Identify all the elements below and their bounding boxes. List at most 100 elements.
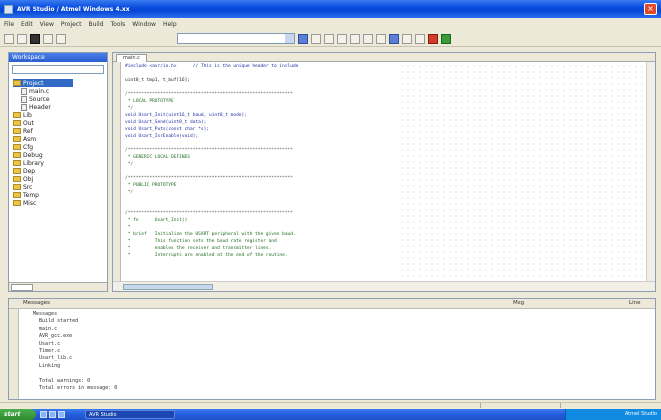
menu-file[interactable]: File: [4, 21, 14, 28]
code-line: * fn Usart_Init(): [125, 218, 188, 223]
system-tray: Atmel Studio: [565, 409, 661, 420]
tree-item-folder[interactable]: Misc: [13, 199, 107, 207]
run-icon[interactable]: [324, 33, 334, 44]
config-combo[interactable]: [177, 33, 295, 44]
tree-item-folder[interactable]: Lib: [13, 111, 107, 119]
code-line: * PUBLIC PROTOTYPE: [125, 183, 177, 188]
tree-item-folder[interactable]: Dep: [13, 167, 107, 175]
folder-icon: [13, 152, 21, 158]
desktop-icon[interactable]: [49, 411, 56, 418]
program-icon[interactable]: [441, 33, 451, 44]
code-line: #include <avr/io.h> // This is the uniqu…: [125, 64, 299, 69]
tree-item-folder[interactable]: Asm: [13, 135, 107, 143]
tree-item-project[interactable]: Project: [13, 79, 73, 87]
editor-tabs: main.c: [113, 53, 655, 62]
tree-item-folder[interactable]: Debug: [13, 151, 107, 159]
close-button[interactable]: ×: [644, 3, 657, 15]
tree-item-file[interactable]: main.c: [13, 87, 107, 95]
title-bar: AVR Studio / Atmel Windows 4.xx ×: [0, 0, 661, 18]
code-line: void Usart_Send(uint8_t data);: [125, 120, 207, 125]
step-over-icon[interactable]: [350, 33, 360, 44]
scroll-thumb[interactable]: [123, 284, 213, 290]
menu-help[interactable]: Help: [163, 21, 177, 28]
workspace-panel: Workspace Project main.c Source Header L…: [8, 52, 108, 292]
step-into-icon[interactable]: [337, 33, 347, 44]
tree-item-folder[interactable]: Cfg: [13, 143, 107, 151]
output-side-tab[interactable]: [9, 309, 19, 399]
output-line: Usart_lib.c: [33, 355, 73, 362]
file-icon: [21, 95, 27, 103]
code-line: /***************************************…: [125, 176, 293, 181]
menu-window[interactable]: Window: [132, 21, 156, 28]
horizontal-scrollbar[interactable]: [113, 281, 655, 291]
menu-view[interactable]: View: [40, 21, 54, 28]
start-button[interactable]: start: [0, 409, 36, 420]
step-out-icon[interactable]: [363, 33, 373, 44]
menu-build[interactable]: Build: [88, 21, 103, 28]
code-line: * Interrupts are enabled at the end of t…: [125, 253, 288, 258]
media-icon[interactable]: [58, 411, 65, 418]
watch-icon[interactable]: [389, 33, 399, 44]
breakpoint-icon[interactable]: [376, 33, 386, 44]
code-line: void Usart_IsrEnable(void);: [125, 134, 199, 139]
menu-project[interactable]: Project: [61, 21, 82, 28]
register-icon[interactable]: [415, 33, 425, 44]
menu-edit[interactable]: Edit: [21, 21, 33, 28]
folder-icon: [13, 80, 21, 86]
workspace-combo[interactable]: [12, 65, 104, 74]
tree-item-folder[interactable]: Src: [13, 183, 107, 191]
tree-item-file[interactable]: Header: [13, 103, 107, 111]
output-col-msg: Msg: [513, 300, 525, 306]
workspace-header: Workspace: [9, 53, 107, 62]
output-line: Timer.c: [33, 347, 61, 354]
new-file-icon[interactable]: [4, 33, 14, 44]
tree-item-file[interactable]: Source: [13, 95, 107, 103]
tree-item-folder[interactable]: Out: [13, 119, 107, 127]
code-line: */: [125, 162, 134, 167]
menu-tools[interactable]: Tools: [111, 21, 126, 28]
code-editor[interactable]: main.c #include <avr/io.h> // This is th…: [112, 52, 656, 292]
ie-icon[interactable]: [40, 411, 47, 418]
code-area[interactable]: #include <avr/io.h> // This is the uniqu…: [125, 63, 395, 259]
tree-item-folder[interactable]: Library: [13, 159, 107, 167]
output-line: AVR_gcc.exe: [33, 333, 73, 340]
build-icon[interactable]: [298, 33, 308, 44]
output-line: Total errors in message: 0: [33, 384, 118, 391]
code-line: /***************************************…: [125, 148, 293, 153]
output-line: Build started: [33, 318, 79, 325]
output-panel: Messages Msg Line Messages Build started…: [8, 298, 656, 400]
cut-icon[interactable]: [43, 33, 53, 44]
tree-item-folder[interactable]: Ref: [13, 127, 107, 135]
vertical-scrollbar[interactable]: [646, 62, 655, 281]
tree-item-folder[interactable]: Obj: [13, 175, 107, 183]
status-divider: [480, 403, 481, 408]
folder-icon: [13, 176, 21, 182]
code-line: * GENERIC LOCAL DEFINES: [125, 155, 191, 160]
stop-icon[interactable]: [428, 33, 438, 44]
folder-icon: [13, 160, 21, 166]
code-line: /***************************************…: [125, 211, 293, 216]
output-line: main.c: [33, 325, 58, 332]
taskbar-item-avr-studio[interactable]: AVR Studio: [85, 410, 175, 419]
output-line: Usart.c: [33, 340, 61, 347]
save-icon[interactable]: [30, 33, 40, 44]
tree-item-folder[interactable]: Temp: [13, 191, 107, 199]
tab-main-c[interactable]: main.c: [116, 54, 147, 62]
code-line: void Usart_Init(uint16_t baud, uint8_t m…: [125, 113, 247, 118]
output-line: Linking: [33, 362, 61, 369]
open-folder-icon[interactable]: [17, 33, 27, 44]
code-line: * brief Initialize the USART peripheral …: [125, 232, 296, 237]
quick-launch: [40, 411, 65, 418]
folder-icon: [13, 168, 21, 174]
output-title: Messages: [23, 300, 50, 306]
workspace-tab[interactable]: [11, 284, 33, 291]
app-icon: [4, 4, 13, 14]
memory-icon[interactable]: [402, 33, 412, 44]
code-line: */: [125, 106, 134, 111]
compile-icon[interactable]: [311, 33, 321, 44]
copy-icon[interactable]: [56, 33, 66, 44]
code-line: * This function sets the baud rate regis…: [125, 239, 277, 244]
menu-bar: File Edit View Project Build Tools Windo…: [0, 19, 661, 30]
